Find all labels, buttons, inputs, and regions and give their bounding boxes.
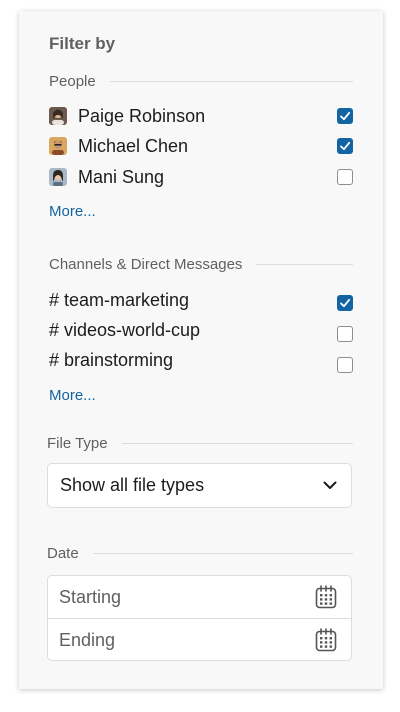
calendar-icon[interactable] [315, 585, 337, 609]
calendar-icon[interactable] [315, 628, 337, 652]
channel-name: # team-marketing [49, 289, 190, 310]
channel-name: # videos-world-cup [49, 319, 201, 340]
channel-row-brainstorming[interactable]: # brainstorming [49, 347, 353, 373]
section-divider [121, 442, 353, 444]
section-divider [109, 80, 353, 82]
file-type-value: Show all file types [60, 475, 205, 495]
person-row-mani-sung[interactable]: Mani Sung [49, 164, 353, 190]
person-name: Paige Robinson [78, 105, 206, 126]
avatar-michael-chen [49, 137, 67, 155]
person-checkbox[interactable] [337, 138, 353, 154]
filter-panel: Filter by People Paige Robinson Michael … [19, 11, 383, 689]
ending-date-placeholder: Ending [59, 629, 116, 650]
checkmark-icon [340, 111, 351, 121]
file-type-section-header: File Type [47, 433, 353, 453]
date-heading: Date [47, 544, 79, 562]
channels-heading: Channels & Direct Messages [49, 255, 243, 273]
channel-name: # brainstorming [49, 349, 174, 370]
channel-checkbox[interactable] [337, 326, 353, 342]
checkmark-icon [340, 298, 351, 308]
channel-checkbox[interactable] [337, 357, 353, 373]
file-type-select[interactable]: Show all file types [47, 463, 352, 508]
channel-row-team-marketing[interactable]: # team-marketing [49, 287, 353, 313]
panel-title: Filter by [49, 34, 116, 53]
section-divider [92, 552, 353, 554]
date-range-fields: Starting Ending [47, 575, 352, 661]
channel-checkbox[interactable] [337, 295, 353, 311]
person-row-michael-chen[interactable]: Michael Chen [49, 133, 353, 159]
person-name: Mani Sung [78, 166, 165, 187]
person-row-paige-robinson[interactable]: Paige Robinson [49, 103, 353, 129]
checkmark-icon [340, 141, 351, 151]
channel-row-videos-world-cup[interactable]: # videos-world-cup [49, 317, 353, 343]
avatar-paige-robinson [49, 107, 67, 125]
ending-date-field[interactable]: Ending [48, 619, 351, 661]
starting-date-placeholder: Starting [59, 586, 122, 607]
channels-section-header: Channels & Direct Messages [49, 254, 353, 274]
section-divider [256, 263, 353, 265]
file-type-heading: File Type [47, 434, 108, 452]
person-checkbox[interactable] [337, 169, 353, 185]
starting-date-field[interactable]: Starting [48, 576, 351, 618]
avatar-mani-sung [49, 168, 67, 186]
chevron-down-icon [323, 481, 337, 489]
person-checkbox[interactable] [337, 108, 353, 124]
people-section-header: People [49, 71, 353, 91]
channels-more-link[interactable]: More... [49, 387, 96, 404]
person-name: Michael Chen [78, 135, 189, 156]
people-heading: People [49, 72, 96, 90]
people-more-link[interactable]: More... [49, 203, 96, 220]
date-section-header: Date [47, 543, 353, 563]
